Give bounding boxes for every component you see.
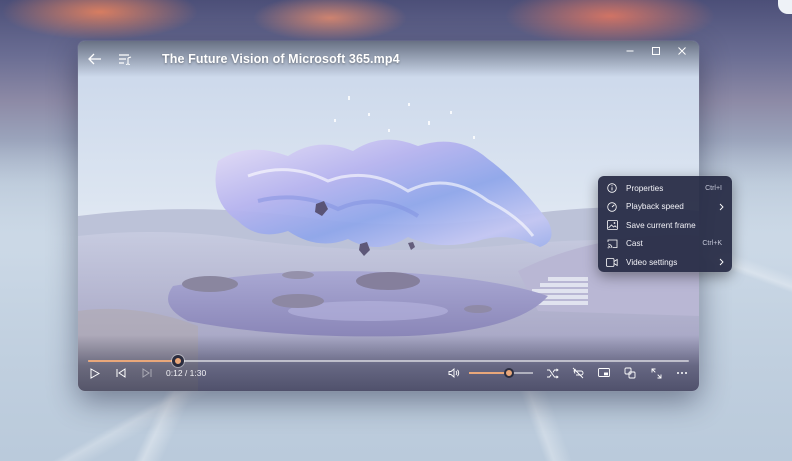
- volume-slider[interactable]: [469, 366, 533, 380]
- shuffle-icon: [546, 367, 559, 379]
- time-display: 0:12 / 1:30: [166, 368, 206, 378]
- playlist-button[interactable]: [110, 44, 140, 74]
- playback-controls: 0:12 / 1:30: [78, 335, 699, 391]
- playlist-icon: [119, 54, 132, 65]
- menu-item-video-settings[interactable]: Video settings: [598, 253, 732, 272]
- right-controls: [441, 361, 695, 385]
- menu-item-label: Playback speed: [626, 202, 684, 212]
- volume-button[interactable]: [441, 361, 467, 385]
- current-time: 0:12: [166, 368, 183, 378]
- aspect-ratio-button[interactable]: [617, 361, 643, 385]
- play-icon: [90, 367, 100, 379]
- chevron-right-icon: [719, 203, 724, 210]
- chevron-right-icon: [719, 258, 724, 266]
- arrow-left-icon: [88, 53, 101, 65]
- menu-item-properties[interactable]: Properties Ctrl+I: [598, 179, 732, 198]
- volume-thumb[interactable]: [503, 368, 514, 378]
- menu-item-label: Properties: [626, 183, 664, 193]
- speed-gauge-icon: [606, 201, 618, 213]
- fullscreen-button[interactable]: [643, 361, 669, 385]
- menu-item-label: Cast: [626, 239, 643, 249]
- maximize-button[interactable]: [643, 41, 669, 61]
- image-icon: [606, 219, 618, 231]
- volume-level: [469, 372, 509, 374]
- menu-item-label: Save current frame: [626, 220, 696, 230]
- previous-button[interactable]: [108, 361, 134, 385]
- mini-view-button[interactable]: [591, 361, 617, 385]
- play-button[interactable]: [82, 361, 108, 385]
- menu-item-shortcut: Ctrl+K: [702, 240, 722, 248]
- skip-next-icon: [142, 368, 152, 378]
- fullscreen-icon: [651, 368, 661, 378]
- video-title: The Future Vision of Microsoft 365.mp4: [162, 52, 400, 66]
- window-controls: [617, 41, 695, 61]
- repeat-button[interactable]: [565, 361, 591, 385]
- volume-icon: [448, 368, 460, 378]
- cast-icon: [606, 238, 618, 250]
- menu-item-save-current-frame[interactable]: Save current frame: [598, 216, 732, 235]
- menu-item-label: Video settings: [626, 257, 678, 267]
- control-row: 0:12 / 1:30: [78, 361, 699, 385]
- back-button[interactable]: [80, 44, 110, 74]
- video-camera-icon: [606, 256, 618, 268]
- menu-item-playback-speed[interactable]: Playback speed: [598, 198, 732, 217]
- next-button[interactable]: [134, 361, 160, 385]
- total-duration: 1:30: [189, 368, 207, 378]
- menu-item-cast[interactable]: Cast Ctrl+K: [598, 235, 732, 254]
- menu-item-shortcut: Ctrl+I: [705, 184, 722, 192]
- minimize-button[interactable]: [617, 41, 643, 61]
- title-bar: The Future Vision of Microsoft 365.mp4: [78, 41, 699, 77]
- more-icon: [677, 372, 687, 374]
- close-button[interactable]: [669, 41, 695, 61]
- mini-view-icon: [598, 368, 610, 377]
- aspect-ratio-icon: [624, 367, 636, 379]
- time-separator: /: [182, 368, 190, 378]
- close-icon: [678, 47, 686, 55]
- shuffle-button[interactable]: [539, 361, 565, 385]
- more-options-menu: Properties Ctrl+I Playback speed Save cu…: [598, 176, 732, 272]
- more-options-button[interactable]: [669, 361, 695, 385]
- skip-previous-icon: [116, 368, 126, 378]
- info-icon: [606, 182, 618, 194]
- maximize-icon: [652, 47, 660, 55]
- repeat-off-icon: [572, 367, 584, 379]
- minimize-icon: [626, 50, 634, 52]
